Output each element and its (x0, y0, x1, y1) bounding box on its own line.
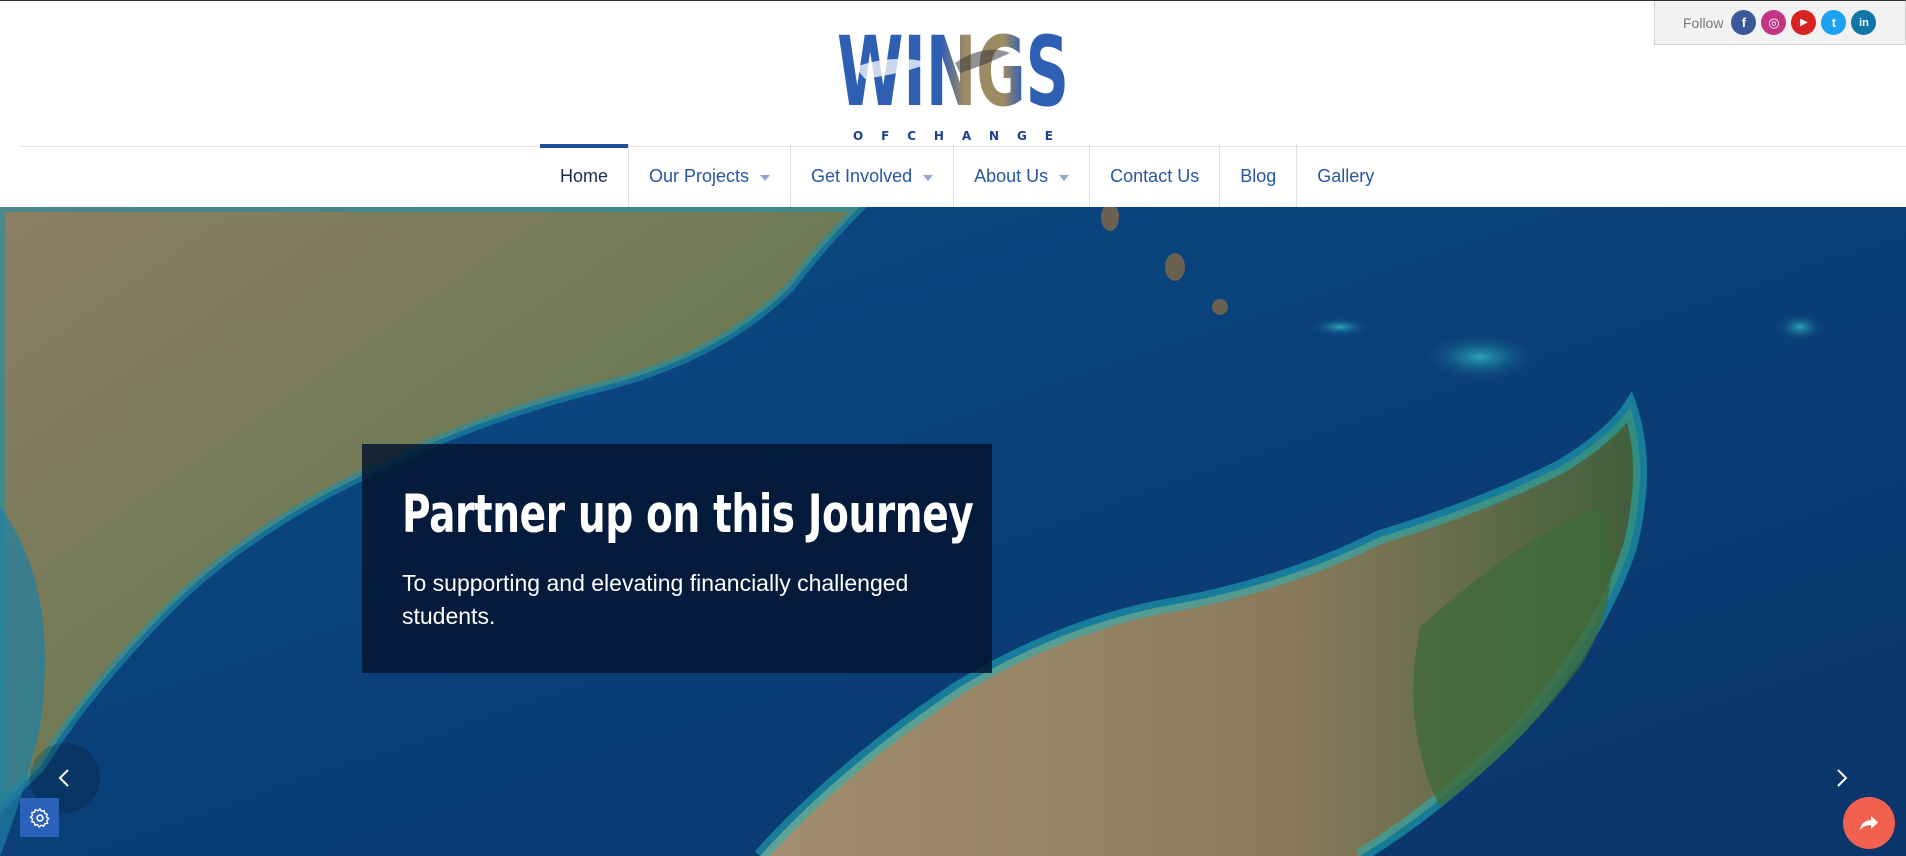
chevron-down-icon (923, 174, 934, 181)
slide-text: To supporting and elevating financially … (402, 570, 909, 629)
share-icon (1860, 816, 1878, 830)
gear-icon (29, 807, 49, 828)
logo-letter: F (881, 129, 890, 143)
logo-letter: H (933, 129, 944, 143)
share-button[interactable] (1843, 797, 1895, 849)
youtube-icon[interactable]: ▶ (1791, 10, 1817, 35)
main-nav: Home Our Projects Get Involved About Us … (540, 144, 1394, 208)
wings-of-change-logo[interactable]: WINGS O F C H A N G E (835, 23, 1071, 143)
nav-label: Home (560, 165, 609, 186)
nav-label: About Us (974, 165, 1049, 186)
chevron-down-icon (760, 174, 771, 181)
twitter-icon[interactable]: t (1821, 10, 1847, 35)
logo-letter: N (989, 129, 1000, 143)
nav-label: Contact Us (1110, 165, 1200, 186)
nav-item-our-projects[interactable]: Our Projects (629, 144, 792, 208)
linkedin-icon[interactable]: in (1851, 10, 1877, 35)
hero-slider: Partner up on this Journey To supporting… (0, 207, 1906, 856)
nav-item-contact-us[interactable]: Contact Us (1090, 144, 1221, 208)
logo-tagline: O F C H A N G E (853, 129, 1053, 143)
nav-item-home[interactable]: Home (540, 144, 630, 208)
nav-item-about-us[interactable]: About Us (954, 144, 1091, 208)
facebook-icon[interactable]: f (1731, 10, 1757, 35)
logo-letter: E (1044, 129, 1053, 143)
settings-button[interactable] (20, 798, 59, 837)
chevron-down-icon (1059, 174, 1070, 181)
nav-item-blog[interactable]: Blog (1220, 144, 1298, 208)
nav-label: Our Projects (649, 165, 750, 186)
site-header: WINGS O F C H A N G E Follow f ◎ ▶ t in … (0, 0, 1906, 208)
slide-title: Partner up on this Journey (402, 484, 974, 545)
logo-letter: O (853, 129, 864, 143)
logo-letter: G (1016, 129, 1027, 143)
nav-label: Get Involved (811, 165, 913, 186)
nav-label: Blog (1240, 165, 1277, 186)
logo-letter: C (907, 129, 916, 143)
instagram-icon[interactable]: ◎ (1761, 10, 1787, 35)
follow-label: Follow (1683, 14, 1724, 31)
chevron-right-icon (1837, 769, 1848, 787)
chevron-left-icon (58, 769, 69, 787)
social-follow-bar: Follow f ◎ ▶ t in (1654, 1, 1906, 45)
nav-item-get-involved[interactable]: Get Involved (791, 144, 955, 208)
slide-caption: Partner up on this Journey To supporting… (362, 444, 992, 673)
nav-item-gallery[interactable]: Gallery (1297, 144, 1394, 208)
logo-letter: A (961, 129, 972, 143)
nav-label: Gallery (1317, 165, 1375, 186)
logo-wordmark: WINGS (837, 23, 1069, 109)
